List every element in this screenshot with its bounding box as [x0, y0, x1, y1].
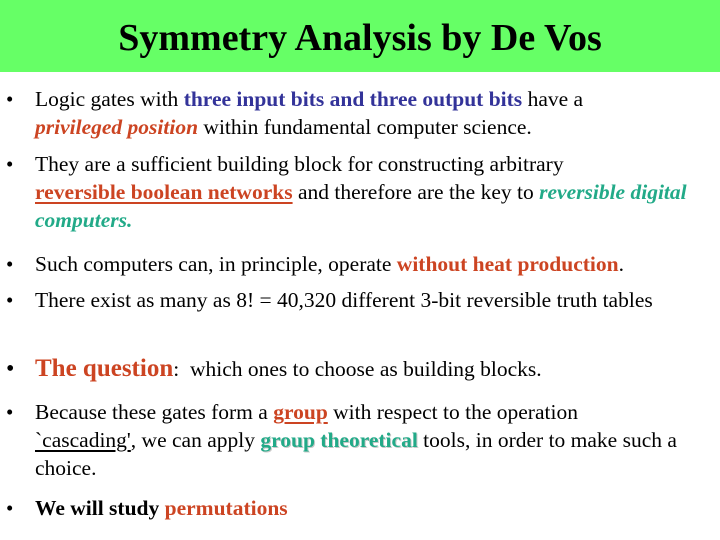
- link-cascading[interactable]: `cascading': [35, 428, 131, 452]
- emphasis-without-heat-production: without heat production: [396, 252, 619, 276]
- bullet-icon: •: [6, 288, 14, 312]
- emphasis-three-bits: three input bits and three output bits: [183, 87, 523, 111]
- bullet-text: There exist as many as 8! = 40,320 diffe…: [35, 288, 653, 312]
- emphasis-group-theoretical: group theoretical: [260, 428, 418, 452]
- bullet-text: Logic gates with three input bits and th…: [35, 87, 584, 139]
- link-group[interactable]: group: [273, 400, 328, 424]
- bullet-text: Because these gates form a group with re…: [35, 400, 677, 480]
- link-reversible-boolean-networks[interactable]: reversible boolean networks: [35, 180, 293, 204]
- bullet-icon: •: [6, 87, 14, 111]
- bullet-text: The question: which ones to choose as bu…: [35, 355, 542, 382]
- bullet-text: We will study permutations: [35, 496, 288, 520]
- emphasis-permutations: permutations: [164, 496, 288, 520]
- bullet-icon: •: [6, 496, 14, 520]
- emphasis-privileged-position: privileged position: [35, 115, 199, 139]
- emphasis-the-question: The question: [35, 355, 174, 382]
- bullet-text: They are a sufficient building block for…: [35, 152, 687, 232]
- slide-title: Symmetry Analysis by De Vos: [118, 17, 602, 59]
- bullet-icon: •: [6, 400, 14, 424]
- bullet-icon: •: [6, 152, 14, 176]
- title-bar: Symmetry Analysis by De Vos: [0, 0, 720, 72]
- bullet-icon: •: [6, 356, 15, 382]
- bullet-text: Such computers can, in principle, operat…: [35, 252, 624, 276]
- bullet-icon: •: [6, 252, 14, 276]
